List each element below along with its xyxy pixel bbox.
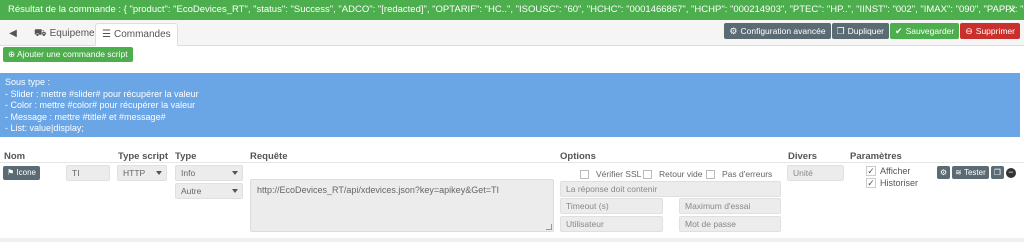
advanced-config-button[interactable]: ⚙ Configuration avancée <box>724 23 831 39</box>
tab-commandes[interactable]: ☰ Commandes <box>95 23 178 46</box>
delete-button[interactable]: ⊖ Supprimer <box>960 23 1020 39</box>
verify-ssl-checkbox[interactable]: Vérifier SSL <box>580 169 641 179</box>
checkbox-box[interactable] <box>706 169 715 179</box>
historiser-label: Historiser <box>880 178 919 188</box>
col-type-script: Type script <box>118 151 168 162</box>
copy-icon: ❐ <box>993 168 1001 177</box>
check-circle-icon: ✔ <box>895 25 903 36</box>
back-tab[interactable]: ◀ <box>2 23 24 46</box>
action-buttons: ⚙ Configuration avancée ❐ Dupliquer ✔ Sauve… <box>724 23 1020 39</box>
subtype-select[interactable]: Autre <box>175 183 243 199</box>
advanced-config-row-button[interactable]: ⚙ <box>937 166 951 179</box>
alert-close-button[interactable]: × <box>1008 0 1016 20</box>
row-action-buttons: ⚙ ≋ Tester ❐ − <box>937 166 1016 179</box>
no-errors-label: Pas d'erreurs <box>722 169 773 179</box>
info-line: - List: value|display; <box>5 123 84 133</box>
header-divider <box>0 162 1024 163</box>
test-button[interactable]: ≋ Tester <box>952 166 989 179</box>
bottom-divider <box>0 238 1024 242</box>
col-type: Type <box>175 151 197 162</box>
caret-down-icon <box>232 189 238 193</box>
afficher-checkbox[interactable]: ✓ Afficher <box>866 166 910 176</box>
command-name-input[interactable]: TI <box>66 165 110 181</box>
subtype-info-box: Sous type : - Slider : mettre #slider# p… <box>0 73 1020 137</box>
checkbox-box[interactable] <box>643 169 652 179</box>
check-icon[interactable]: ✓ <box>866 178 876 188</box>
list-icon: ☰ <box>102 29 111 40</box>
remove-row-icon[interactable]: − <box>1005 167 1016 178</box>
subtype-value: Autre <box>181 186 202 196</box>
col-divers: Divers <box>788 151 818 162</box>
historiser-checkbox[interactable]: ✓ Historiser <box>866 178 918 188</box>
col-nom: Nom <box>4 151 26 162</box>
info-line: - Color : mettre #color# pour récupérer … <box>5 100 196 110</box>
no-errors-checkbox[interactable]: Pas d'erreurs <box>706 169 772 179</box>
minus-circle-icon: ⊖ <box>965 25 973 36</box>
duplicate-row-button[interactable]: ❐ <box>990 166 1004 179</box>
advanced-config-label: Configuration avancée <box>740 26 826 36</box>
type-script-select[interactable]: HTTP <box>117 165 167 181</box>
add-script-command-label: Ajouter une commande script <box>17 49 128 59</box>
flag-icon: ⚑ <box>7 168 15 177</box>
cogs-icon: ⚙ <box>729 25 738 36</box>
afficher-label: Afficher <box>880 166 911 176</box>
caret-down-icon <box>232 171 238 175</box>
response-must-contain-input[interactable]: La réponse doit contenir <box>560 181 781 197</box>
col-options: Options <box>560 151 596 162</box>
password-input[interactable]: Mot de passe <box>679 216 781 232</box>
username-input[interactable]: Utilisateur <box>560 216 663 232</box>
max-try-input[interactable]: Maximum d'essai <box>679 198 781 214</box>
tab-commandes-label: Commandes <box>113 29 171 40</box>
resize-grip-icon[interactable] <box>546 224 552 230</box>
empty-return-label: Retour vide <box>659 169 703 179</box>
plus-circle-icon: ⊕ <box>8 49 16 59</box>
type-select[interactable]: Info <box>175 165 243 181</box>
add-script-command-button[interactable]: ⊕ Ajouter une commande script <box>3 47 133 62</box>
choose-icon-label: Icone <box>16 168 36 177</box>
type-value: Info <box>181 168 196 178</box>
check-icon[interactable]: ✓ <box>866 166 876 176</box>
save-label: Sauvegarder <box>905 26 955 36</box>
cogs-icon: ⚙ <box>940 168 948 177</box>
caret-down-icon <box>156 171 162 175</box>
info-line: Sous type : <box>5 77 51 87</box>
duplicate-label: Dupliquer <box>847 26 885 36</box>
request-textarea[interactable]: http://EcoDevices_RT/api/xdevices.json?k… <box>250 179 554 232</box>
unit-input[interactable]: Unité <box>787 165 844 181</box>
command-result-alert: Résultat de la commande : { "product": "… <box>0 0 1024 20</box>
alert-text: Résultat de la commande : { "product": "… <box>8 4 1024 15</box>
rss-icon: ≋ <box>955 168 962 177</box>
checkbox-box[interactable] <box>580 169 589 179</box>
col-requete: Requête <box>250 151 288 162</box>
info-line: - Message : mettre #title# et #message# <box>5 111 166 122</box>
verify-ssl-label: Vérifier SSL <box>596 169 642 179</box>
duplicate-button[interactable]: ❐ Dupliquer <box>831 23 890 39</box>
timeout-input[interactable]: Timeout (s) <box>560 198 663 214</box>
arrow-left-icon: ◀ <box>9 28 17 39</box>
copy-icon: ❐ <box>836 25 845 36</box>
request-value: http://EcoDevices_RT/api/xdevices.json?k… <box>257 185 499 195</box>
save-button[interactable]: ✔ Sauvegarder <box>890 23 960 39</box>
info-line: - Slider : mettre #slider# pour récupére… <box>5 88 199 99</box>
choose-icon-button[interactable]: ⚑ Icone <box>3 166 40 180</box>
col-parametres: Paramètres <box>850 151 902 162</box>
empty-return-checkbox[interactable]: Retour vide <box>643 169 702 179</box>
car-icon: ⛟ <box>34 28 47 39</box>
test-label: Tester <box>963 168 986 177</box>
delete-label: Supprimer <box>975 26 1015 36</box>
type-script-value: HTTP <box>123 168 146 178</box>
